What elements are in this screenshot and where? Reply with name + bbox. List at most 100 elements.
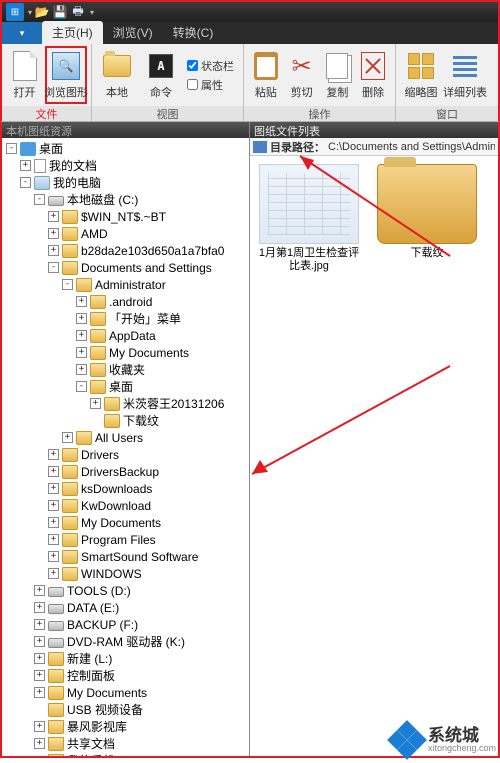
expand-icon[interactable]: + xyxy=(76,364,87,375)
expand-icon[interactable]: + xyxy=(90,398,101,409)
expand-icon[interactable]: + xyxy=(34,670,45,681)
attrs-toggle[interactable]: 属性 xyxy=(184,76,237,94)
tree-node[interactable]: USB 视频设备 xyxy=(2,701,249,718)
expand-icon[interactable]: + xyxy=(48,245,59,256)
tree-node[interactable]: +ksDownloads xyxy=(2,480,249,497)
tree-node[interactable]: +Drivers xyxy=(2,446,249,463)
tree-node[interactable]: +AMD xyxy=(2,225,249,242)
expand-icon[interactable]: + xyxy=(20,160,31,171)
expand-icon[interactable]: + xyxy=(76,296,87,307)
expand-icon[interactable]: + xyxy=(48,551,59,562)
expand-icon[interactable]: + xyxy=(34,687,45,698)
tree-node[interactable]: +AppData xyxy=(2,327,249,344)
file-thumb-1[interactable]: 1月第1周卫生检查评比表.jpg xyxy=(254,164,364,273)
statusbar-checkbox[interactable] xyxy=(187,60,198,71)
tree-node[interactable]: +TOOLS (D:) xyxy=(2,582,249,599)
tree-node[interactable]: +BACKUP (F:) xyxy=(2,616,249,633)
expand-icon[interactable]: + xyxy=(34,602,45,613)
tree-node[interactable]: +米茨蓉王20131206 xyxy=(2,395,249,412)
command-button[interactable]: A 命令 xyxy=(140,46,182,104)
app-menu-button[interactable]: ▾ xyxy=(2,22,42,44)
tree-node[interactable]: 下载纹 xyxy=(2,412,249,429)
expand-icon[interactable]: + xyxy=(48,500,59,511)
attrs-checkbox[interactable] xyxy=(187,79,198,90)
tree-node[interactable]: +共享文档 xyxy=(2,735,249,752)
local-button[interactable]: 本地 xyxy=(96,46,138,104)
tree-node[interactable]: +新建 (L:) xyxy=(2,650,249,667)
tree-node[interactable]: +Program Files xyxy=(2,531,249,548)
detail-list-button[interactable]: 详细列表 xyxy=(444,46,486,104)
tree-node[interactable]: +我的文档 xyxy=(2,157,249,174)
qat-open-icon[interactable]: 📂 xyxy=(34,4,50,20)
tree-node[interactable]: 我的手机 xyxy=(2,752,249,756)
tree-node[interactable]: +My Documents xyxy=(2,344,249,361)
tree-node[interactable]: +All Users xyxy=(2,429,249,446)
expand-icon[interactable]: + xyxy=(34,653,45,664)
expand-icon[interactable]: + xyxy=(34,619,45,630)
file-thumb-2[interactable]: 下载纹 xyxy=(372,164,482,260)
expand-icon[interactable]: + xyxy=(62,432,73,443)
tree-node[interactable]: +$WIN_NT$.~BT xyxy=(2,208,249,225)
expand-icon[interactable]: + xyxy=(34,721,45,732)
tree-node[interactable]: +暴风影视库 xyxy=(2,718,249,735)
qat-save-icon[interactable]: 💾 xyxy=(52,4,68,20)
tree-node[interactable]: -桌面 xyxy=(2,378,249,395)
expand-icon[interactable]: + xyxy=(48,483,59,494)
expand-icon[interactable]: + xyxy=(48,466,59,477)
thumbnails-button[interactable]: 缩略图 xyxy=(400,46,442,104)
cut-button[interactable]: ✂ 剪切 xyxy=(284,46,320,104)
qat-print-icon[interactable]: 🖶 xyxy=(70,4,86,20)
open-button[interactable]: 打开 xyxy=(6,46,43,104)
tree-node[interactable]: +My Documents xyxy=(2,684,249,701)
expand-icon[interactable]: + xyxy=(76,347,87,358)
collapse-icon[interactable]: - xyxy=(20,177,31,188)
expand-icon[interactable]: + xyxy=(48,449,59,460)
expand-icon[interactable]: + xyxy=(76,330,87,341)
expand-icon[interactable]: + xyxy=(48,534,59,545)
expand-icon[interactable]: + xyxy=(34,636,45,647)
tree-node[interactable]: -Administrator xyxy=(2,276,249,293)
collapse-icon[interactable]: - xyxy=(76,381,87,392)
expand-icon[interactable]: + xyxy=(48,517,59,528)
app-icon[interactable]: ⊞ xyxy=(6,3,24,21)
paste-button[interactable]: 粘贴 xyxy=(248,46,284,104)
tree-node[interactable]: +SmartSound Software xyxy=(2,548,249,565)
tree-node[interactable]: +WINDOWS xyxy=(2,565,249,582)
browse-shapes-button[interactable]: 🔍 浏览图形 xyxy=(45,46,87,104)
tab-browse[interactable]: 浏览(V) xyxy=(103,21,163,44)
tree-node[interactable]: +.android xyxy=(2,293,249,310)
tree-node[interactable]: +DriversBackup xyxy=(2,463,249,480)
expand-icon[interactable]: + xyxy=(48,228,59,239)
collapse-icon[interactable]: - xyxy=(34,194,45,205)
tree-node[interactable]: -本地磁盘 (C:) xyxy=(2,191,249,208)
tree-node[interactable]: -桌面 xyxy=(2,140,249,157)
expand-icon[interactable]: + xyxy=(34,585,45,596)
copy-button[interactable]: 复制 xyxy=(320,46,356,104)
tab-convert[interactable]: 转换(C) xyxy=(163,21,224,44)
expand-icon[interactable]: + xyxy=(76,313,87,324)
expand-icon[interactable]: + xyxy=(48,568,59,579)
thumbnail-area[interactable]: 1月第1周卫生检查评比表.jpg 下载纹 xyxy=(250,156,498,756)
statusbar-toggle[interactable]: 状态栏 xyxy=(184,57,237,75)
tree-node[interactable]: +My Documents xyxy=(2,514,249,531)
app-menu-chevron-icon[interactable]: ▾ xyxy=(28,8,32,17)
tree-node[interactable]: +控制面板 xyxy=(2,667,249,684)
collapse-icon[interactable]: - xyxy=(6,143,17,154)
tree-node[interactable]: +收藏夹 xyxy=(2,361,249,378)
tree-node[interactable]: -我的电脑 xyxy=(2,174,249,191)
tree-node[interactable]: +DVD-RAM 驱动器 (K:) xyxy=(2,633,249,650)
delete-button[interactable]: 删除 xyxy=(355,46,391,104)
collapse-icon[interactable]: - xyxy=(48,262,59,273)
expand-icon[interactable]: + xyxy=(34,738,45,749)
tree-node[interactable]: +「开始」菜单 xyxy=(2,310,249,327)
tree-node[interactable]: +b28da2e103d650a1a7bfa0 xyxy=(2,242,249,259)
tree-node[interactable]: +DATA (E:) xyxy=(2,599,249,616)
tab-home[interactable]: 主页(H) xyxy=(42,21,103,44)
qat-more-chevron-icon[interactable]: ▾ xyxy=(90,8,94,17)
file-tree[interactable]: -桌面+我的文档-我的电脑-本地磁盘 (C:)+$WIN_NT$.~BT+AMD… xyxy=(2,138,249,756)
tree-node[interactable]: +KwDownload xyxy=(2,497,249,514)
desk-icon xyxy=(20,142,36,156)
tree-node[interactable]: -Documents and Settings xyxy=(2,259,249,276)
collapse-icon[interactable]: - xyxy=(62,279,73,290)
expand-icon[interactable]: + xyxy=(48,211,59,222)
